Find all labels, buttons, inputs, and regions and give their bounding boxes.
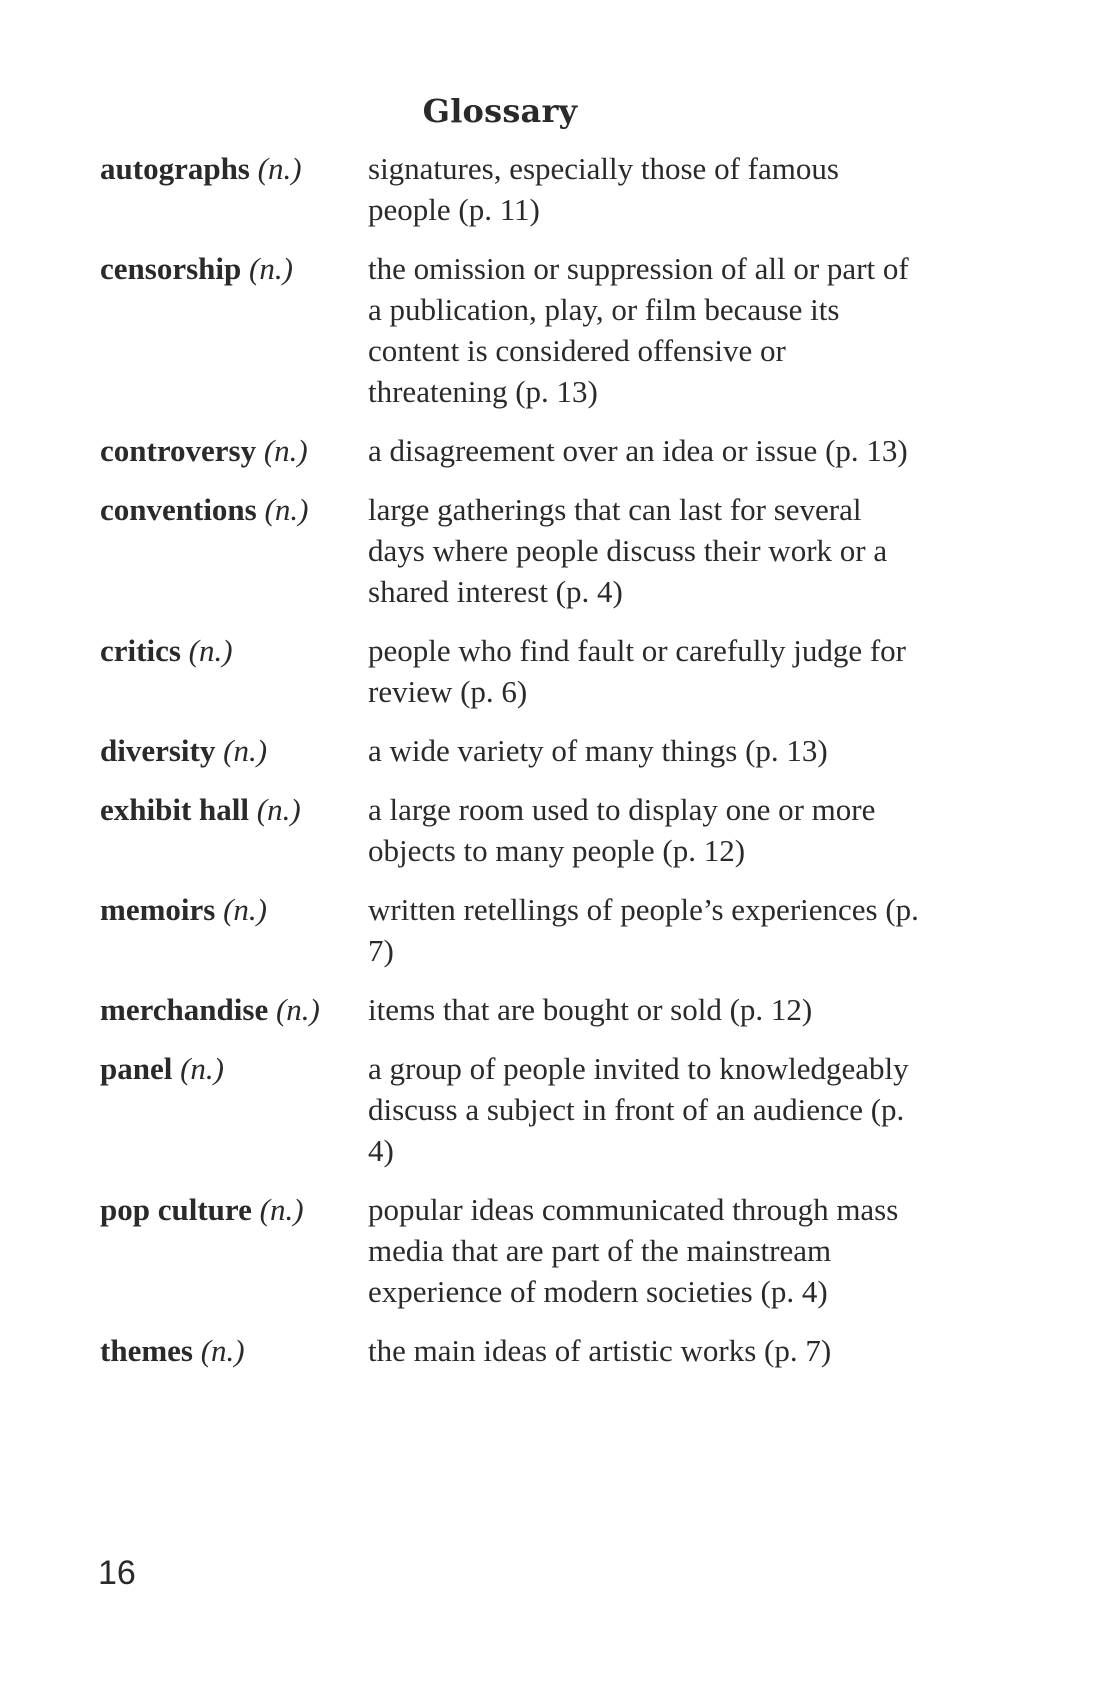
entry-term: critics (n.) (100, 630, 368, 712)
glossary-entry: memoirs (n.) written retellings of peopl… (100, 889, 920, 971)
glossary-entry: censorship (n.) the omission or suppress… (100, 248, 920, 412)
glossary-entry: exhibit hall (n.) a large room used to d… (100, 789, 920, 871)
entry-term: themes (n.) (100, 1330, 368, 1371)
entry-term: panel (n.) (100, 1048, 368, 1171)
term-word: pop culture (100, 1192, 252, 1227)
term-word: conventions (100, 492, 257, 527)
part-of-speech: (n.) (259, 1192, 304, 1227)
glossary-entry: autographs (n.) signatures, especially t… (100, 148, 920, 230)
glossary-entry: diversity (n.) a wide variety of many th… (100, 730, 920, 771)
entry-definition: a large room used to display one or more… (368, 792, 876, 868)
entry-definition: the main ideas of artistic works (p. 7) (368, 1333, 832, 1368)
part-of-speech: (n.) (257, 151, 302, 186)
term-word: censorship (100, 251, 242, 286)
part-of-speech: (n.) (223, 892, 267, 927)
entry-term: censorship (n.) (100, 248, 368, 412)
glossary-entry: themes (n.) the main ideas of artistic w… (100, 1330, 920, 1371)
entry-definition: items that are bought or sold (p. 12) (368, 992, 813, 1027)
entry-definition: large gatherings that can last for sever… (368, 492, 888, 609)
entry-term: exhibit hall (n.) (100, 789, 368, 871)
part-of-speech: (n.) (263, 433, 308, 468)
page-number: 16 (98, 1554, 136, 1592)
term-word: critics (100, 633, 181, 668)
entry-definition: written retellings of people’s experienc… (368, 892, 919, 968)
entry-term: diversity (n.) (100, 730, 368, 771)
term-word: autographs (100, 151, 250, 186)
entry-term: autographs (n.) (100, 148, 368, 230)
part-of-speech: (n.) (249, 251, 293, 286)
glossary-entry: controversy (n.) a disagreement over an … (100, 430, 920, 471)
entry-definition: the omission or suppression of all or pa… (368, 251, 909, 409)
glossary-entry: panel (n.) a group of people invited to … (100, 1048, 920, 1171)
page-title: Glossary (422, 92, 578, 130)
part-of-speech: (n.) (275, 992, 320, 1027)
entry-term: pop culture (n.) (100, 1189, 368, 1312)
entry-definition: a disagreement over an idea or issue (p.… (368, 433, 908, 468)
term-word: controversy (100, 433, 257, 468)
term-word: panel (100, 1051, 173, 1086)
term-word: exhibit hall (100, 792, 250, 827)
part-of-speech: (n.) (188, 633, 233, 668)
glossary-list: autographs (n.) signatures, especially t… (100, 148, 920, 1371)
entry-definition: a group of people invited to knowledgeab… (368, 1051, 909, 1168)
glossary-entry: pop culture (n.) popular ideas communica… (100, 1189, 920, 1312)
part-of-speech: (n.) (180, 1051, 225, 1086)
glossary-entry: conventions (n.) large gatherings that c… (100, 489, 920, 612)
part-of-speech: (n.) (223, 733, 268, 768)
term-word: memoirs (100, 892, 216, 927)
term-word: diversity (100, 733, 216, 768)
part-of-speech: (n.) (200, 1333, 245, 1368)
entry-term: memoirs (n.) (100, 889, 368, 971)
entry-definition: people who find fault or carefully judge… (368, 633, 907, 709)
entry-term: controversy (n.) (100, 430, 368, 471)
glossary-page: Glossary autographs (n.) signatures, esp… (0, 0, 1100, 1700)
entry-definition: a wide variety of many things (p. 13) (368, 733, 828, 768)
entry-definition: signatures, especially those of famous p… (368, 151, 839, 227)
entry-term: conventions (n.) (100, 489, 368, 612)
entry-definition: popular ideas communicated through mass … (368, 1192, 899, 1309)
term-word: themes (100, 1333, 193, 1368)
glossary-entry: merchandise (n.) items that are bought o… (100, 989, 920, 1030)
term-word: merchandise (100, 992, 269, 1027)
part-of-speech: (n.) (264, 492, 309, 527)
entry-term: merchandise (n.) (100, 989, 368, 1030)
glossary-entry: critics (n.) people who find fault or ca… (100, 630, 920, 712)
part-of-speech: (n.) (256, 792, 301, 827)
